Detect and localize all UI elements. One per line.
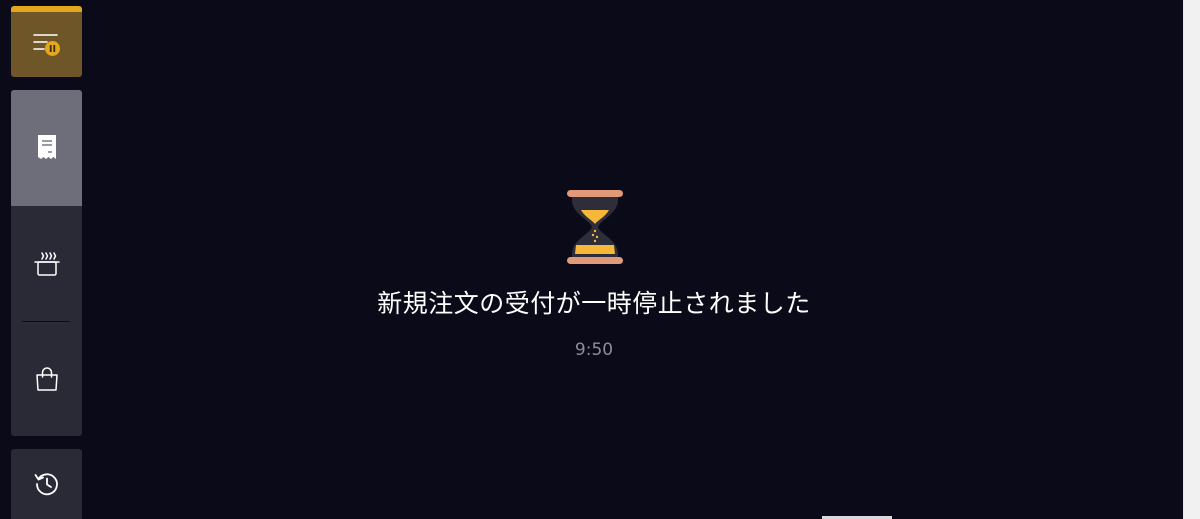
paused-message: 新規注文の受付が一時停止されました: [377, 289, 811, 318]
receipt-icon: [36, 134, 58, 162]
paused-status-panel: 新規注文の受付が一時停止されました 9:50: [94, 0, 1094, 519]
list-pause-icon: [32, 32, 62, 58]
status-time: 9:50: [574, 340, 614, 360]
cooking-pot-icon: [33, 251, 61, 277]
shopping-bag-icon: [34, 366, 60, 392]
kitchen-tab[interactable]: [11, 206, 82, 321]
history-icon: [33, 470, 61, 498]
nav-group: [11, 90, 82, 436]
takeout-tab[interactable]: [11, 322, 82, 436]
orders-tab[interactable]: [11, 90, 82, 206]
scrollbar[interactable]: [1183, 0, 1200, 519]
history-button[interactable]: [11, 449, 82, 519]
app-window: 新規注文の受付が一時停止されました 9:50: [0, 0, 1200, 519]
hourglass-icon: [567, 190, 623, 266]
sidebar: [0, 0, 94, 519]
pause-orders-button[interactable]: [11, 6, 82, 77]
